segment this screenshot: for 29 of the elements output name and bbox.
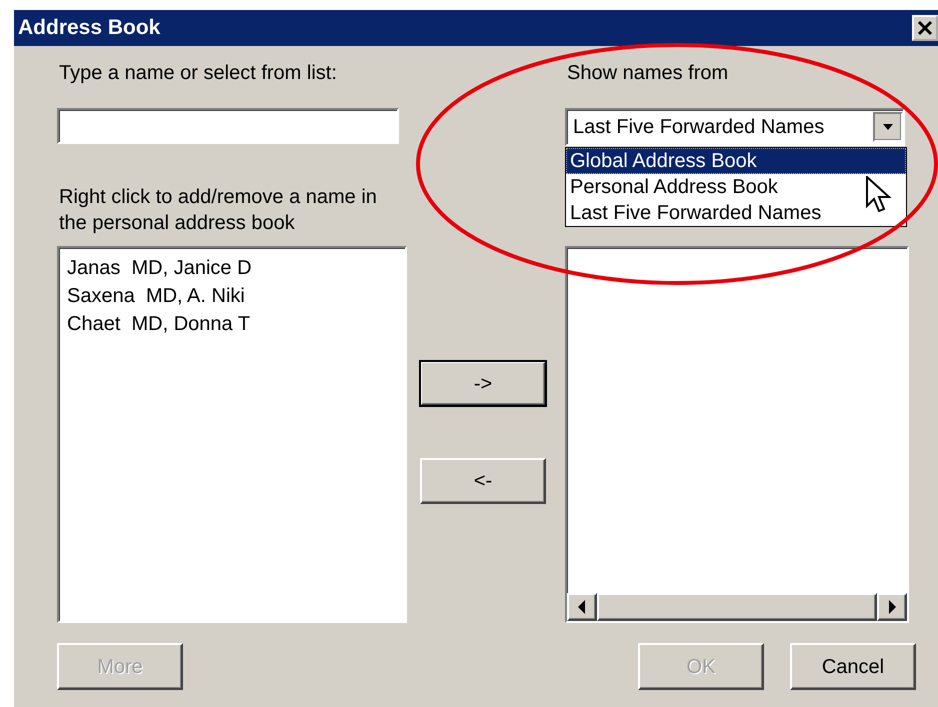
transfer-button[interactable]: -> (420, 361, 546, 406)
dropdown-option[interactable]: Global Address Book (566, 148, 906, 174)
hint-text: Right click to add/remove a name in the personal address book (59, 185, 378, 236)
right-arrow-icon (888, 600, 896, 614)
left-arrow-icon (578, 600, 586, 614)
transfer-button[interactable]: <- (420, 458, 546, 504)
dropdown-option[interactable]: Personal Address Book (566, 174, 906, 200)
scroll-right-button[interactable] (877, 593, 907, 621)
names-listbox[interactable]: Janas MD, Janice D Saxena MD, A. Niki Chaet MD, Donna T (57, 246, 407, 623)
caret-icon (882, 123, 894, 131)
field-label: Show names from (567, 61, 730, 86)
scrollbar-thumb[interactable] (597, 593, 877, 621)
list-item[interactable]: Saxena MD, A. Niki (67, 282, 397, 310)
field-label: Type a name or select from list: (59, 61, 338, 86)
close-button[interactable] (912, 15, 938, 41)
list-item[interactable]: Janas MD, Janice D (67, 254, 397, 282)
close-icon (917, 20, 933, 36)
list-item[interactable]: Chaet MD, Donna T (67, 310, 397, 338)
dropdown-option[interactable]: Last Five Forwarded Names (566, 200, 906, 226)
dialog-button[interactable]: Cancel (790, 643, 916, 690)
recipients-listbox[interactable] (565, 246, 909, 623)
dropdown-value: Last Five Forwarded Names (573, 115, 824, 140)
horizontal-scrollbar[interactable] (567, 593, 907, 621)
scroll-left-button[interactable] (567, 593, 597, 621)
window-title: Address Book (18, 15, 160, 42)
source-dropdown[interactable]: Last Five Forwarded Names (565, 108, 905, 146)
dropdown-list[interactable]: Global Address Book Personal Address Book Last Five Forwarded Names (565, 147, 907, 227)
name-input-field[interactable] (57, 108, 399, 144)
dropdown-button[interactable] (873, 112, 903, 142)
